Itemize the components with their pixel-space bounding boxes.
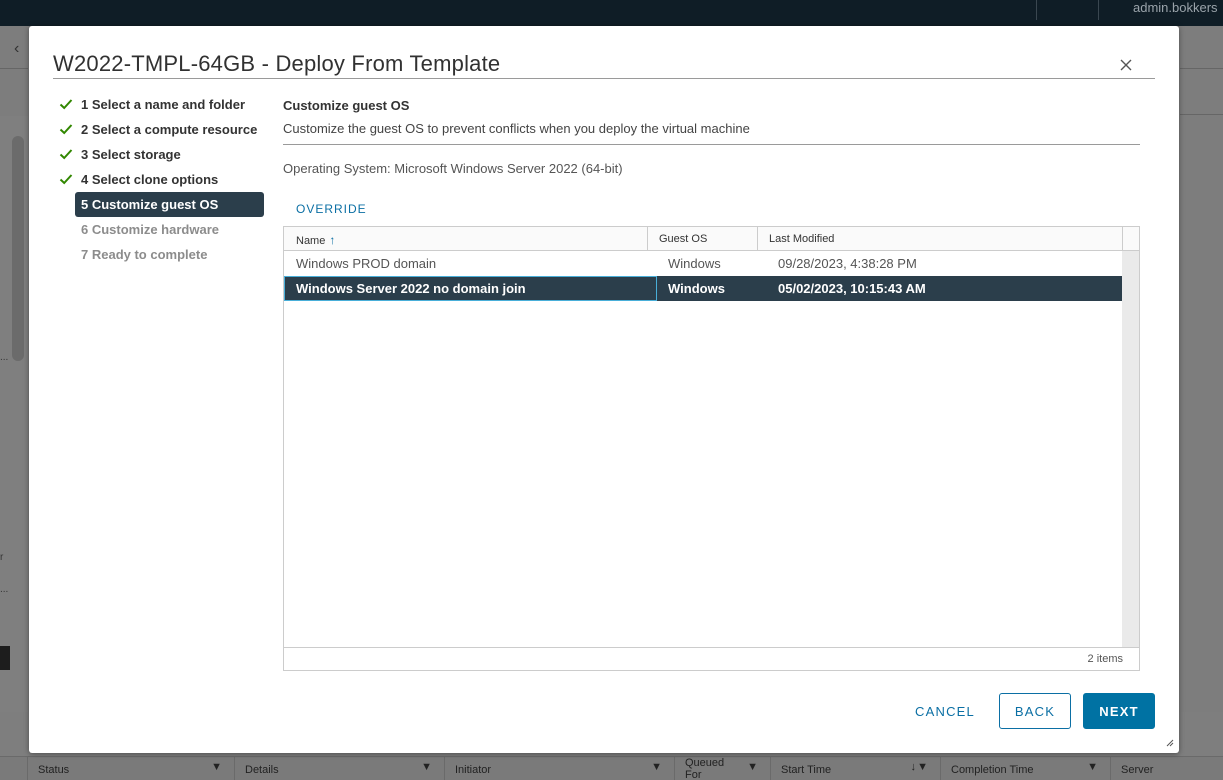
step-label: 7 Ready to complete [81, 247, 208, 262]
cell-guest-os: Windows [668, 256, 721, 271]
filter-icon[interactable]: ▼ [421, 761, 432, 773]
column-header-last-modified[interactable]: Last Modified [769, 227, 834, 251]
filter-icon[interactable]: ▼ [651, 761, 662, 773]
step-select-clone-options[interactable]: 4 Select clone options [59, 167, 264, 192]
step-select-storage[interactable]: 3 Select storage [59, 142, 264, 167]
column-header-start-time[interactable]: Start Time ↓ ▼ [770, 757, 940, 780]
step-customize-guest-os[interactable]: 5 Customize guest OS [75, 192, 264, 217]
override-button[interactable]: OVERRIDE [296, 202, 367, 216]
check-icon [59, 124, 73, 135]
close-icon[interactable] [1117, 56, 1135, 74]
cancel-button[interactable]: CANCEL [903, 693, 987, 729]
step-label: 3 Select storage [81, 147, 181, 162]
column-header-server[interactable]: Server [1110, 757, 1223, 780]
grid-body: Windows PROD domain Windows 09/28/2023, … [284, 251, 1139, 647]
step-select-compute-resource[interactable]: 2 Select a compute resource [59, 117, 264, 142]
resize-handle-icon[interactable] [1166, 739, 1174, 747]
section-divider [283, 144, 1140, 145]
column-header-details[interactable]: Details ▼ [234, 757, 444, 780]
step-customize-hardware: 6 Customize hardware [75, 217, 264, 242]
step-label: 5 Customize guest OS [81, 197, 219, 212]
filter-icon[interactable]: ▼ [211, 761, 222, 773]
table-row[interactable]: Windows PROD domain Windows 09/28/2023, … [284, 251, 1122, 276]
customization-spec-grid: Name ↑ Guest OS Last Modified Windows PRO… [283, 226, 1140, 671]
operating-system-label: Operating System: Microsoft Windows Serv… [283, 161, 623, 176]
check-icon [59, 149, 73, 160]
user-menu[interactable]: admin.bokkers [1133, 0, 1223, 15]
header-divider [1098, 0, 1099, 20]
column-header-status[interactable]: Status ▼ [27, 757, 234, 780]
header-divider [1036, 0, 1037, 20]
dialog-title: W2022-TMPL-64GB - Deploy From Template [53, 51, 501, 76]
cell-name: Windows Server 2022 no domain join [296, 281, 526, 296]
divider [0, 68, 28, 69]
side-fragment: ... [0, 584, 9, 595]
filter-icon[interactable]: ▼ [1087, 761, 1098, 773]
section-description: Customize the guest OS to prevent confli… [283, 121, 750, 136]
left-panel-scrollbar [12, 136, 24, 361]
column-header-guest-os[interactable]: Guest OS [659, 227, 707, 251]
grid-scrollbar[interactable] [1122, 251, 1139, 647]
filter-icon[interactable]: ▼ [917, 761, 928, 773]
title-divider [53, 78, 1155, 79]
app-header: admin.bokkers [0, 0, 1223, 26]
back-chevron-icon: ‹ [14, 40, 20, 57]
table-row-selected[interactable]: Windows Server 2022 no domain join Windo… [284, 276, 1122, 301]
deploy-from-template-dialog: W2022-TMPL-64GB - Deploy From Template 1… [29, 26, 1179, 753]
step-content: Customize guest OS Customize the guest O… [283, 98, 1140, 216]
item-count: 2 items [1087, 653, 1123, 665]
grid-header: Name ↑ Guest OS Last Modified [284, 227, 1139, 251]
column-header-name[interactable]: Name ↑ [296, 227, 335, 251]
step-select-name-folder[interactable]: 1 Select a name and folder [59, 92, 264, 117]
side-block [0, 646, 10, 670]
cell-guest-os: Windows [668, 281, 725, 296]
step-label: 4 Select clone options [81, 172, 219, 187]
column-header-initiator[interactable]: Initiator ▼ [444, 757, 674, 780]
section-title: Customize guest OS [283, 98, 410, 113]
cell-last-modified: 09/28/2023, 4:38:28 PM [778, 256, 917, 271]
next-button[interactable]: NEXT [1083, 693, 1155, 729]
filter-icon[interactable]: ▼ [747, 761, 758, 773]
sort-down-icon[interactable]: ↓ [911, 761, 917, 773]
recent-tasks-header: Status ▼ Details ▼ Initiator ▼ Queued For ▼ … [0, 756, 1223, 780]
column-resizer[interactable] [757, 227, 758, 251]
back-button[interactable]: BACK [999, 693, 1071, 729]
wizard-steps: 1 Select a name and folder 2 Select a co… [59, 92, 269, 267]
step-label: 1 Select a name and folder [81, 97, 246, 112]
step-ready-to-complete: 7 Ready to complete [75, 242, 264, 267]
sort-ascending-icon[interactable]: ↑ [329, 233, 335, 247]
cell-name: Windows PROD domain [296, 256, 437, 271]
cell-last-modified: 05/02/2023, 10:15:43 AM [778, 281, 926, 296]
step-label: 6 Customize hardware [81, 222, 219, 237]
side-fragment: r [0, 552, 4, 563]
check-icon [59, 174, 73, 185]
step-label: 2 Select a compute resource [81, 122, 258, 137]
check-icon [59, 99, 73, 110]
divider [1180, 114, 1223, 115]
column-resizer [1122, 227, 1123, 251]
column-header-completion-time[interactable]: Completion Time ▼ [940, 757, 1110, 780]
column-header-queued-for[interactable]: Queued For ▼ [674, 757, 770, 780]
side-fragment: ... [0, 352, 9, 363]
column-resizer[interactable] [647, 227, 648, 251]
grid-footer: 2 items [284, 647, 1139, 670]
divider [1180, 68, 1223, 69]
